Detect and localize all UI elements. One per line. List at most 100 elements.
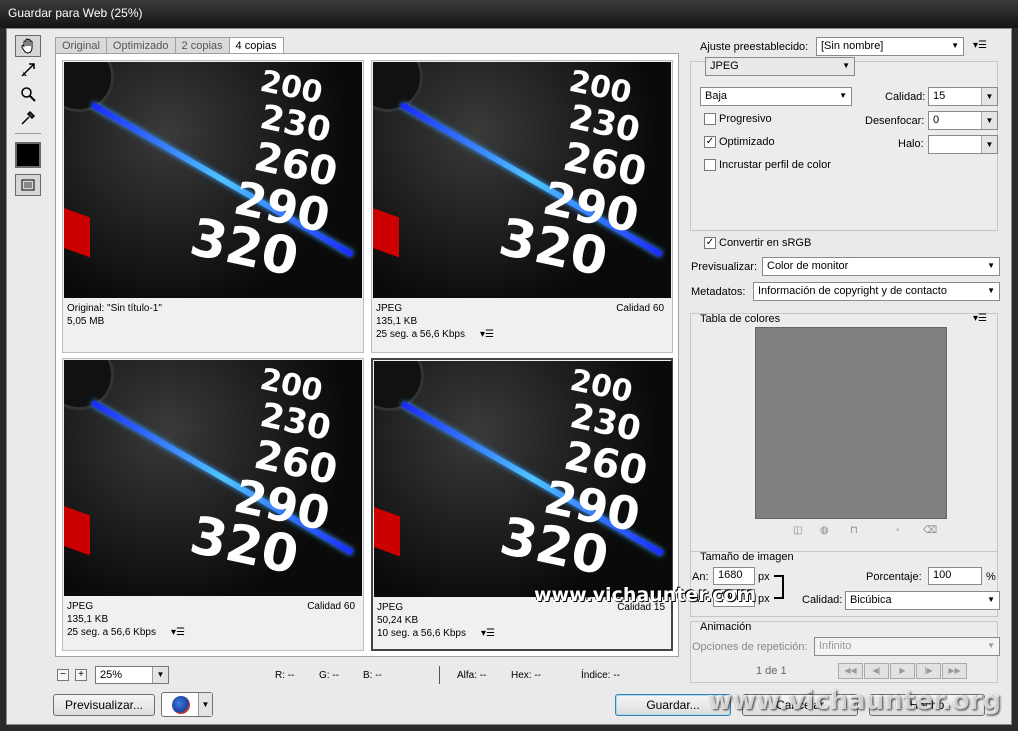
pane-size: 135,1 KB	[376, 316, 418, 327]
status-hex: Hex: --	[511, 670, 541, 681]
next-frame-icon[interactable]: |▶	[916, 663, 941, 679]
window: Guardar para Web (25%) Original Optimiza…	[0, 0, 1018, 731]
tab-2-up[interactable]: 2 copias	[174, 37, 230, 53]
pane-info: JPEG 135,1 KB 25 seg. a 56,6 Kbps Calidad 6…	[376, 302, 668, 341]
zoom-out-button[interactable]: −	[57, 669, 69, 681]
status-r: R: --	[275, 670, 295, 681]
slice-select-tool-icon[interactable]	[15, 59, 41, 81]
embed-profile-checkbox[interactable]: Incrustar perfil de color	[704, 159, 831, 171]
previous-frame-icon[interactable]: ◀|	[864, 663, 889, 679]
zoom-level-select[interactable]: 25% ▼	[95, 666, 169, 684]
format-value: JPEG	[710, 60, 739, 72]
height-unit: px	[758, 593, 770, 605]
preview-pane-4[interactable]: 200 230 260 290 320 JPEG 50,24 KB 10 seg. a 56,…	[371, 358, 673, 651]
web-snap-icon[interactable]: ◍	[820, 525, 829, 536]
chevron-down-icon: ▼	[842, 61, 850, 70]
width-input[interactable]: 1680	[713, 567, 755, 585]
quality-input[interactable]: 15 ▼	[928, 87, 998, 106]
view-tabs: Original Optimizado 2 copias 4 copias	[55, 37, 284, 53]
progressive-checkbox[interactable]: Progresivo	[704, 113, 772, 125]
preset-label: Ajuste preestablecido:	[700, 41, 809, 53]
optimize-menu-icon[interactable]: ▾☰	[973, 40, 987, 51]
lock-icon[interactable]: ⊓	[850, 525, 858, 536]
preview-mode-value: Color de monitor	[767, 260, 849, 272]
eyedropper-color-swatch[interactable]	[15, 142, 41, 168]
percent-input[interactable]: 100	[928, 567, 982, 585]
save-for-web-dialog: Original Optimizado 2 copias 4 copias 20…	[6, 28, 1012, 725]
status-divider	[439, 666, 440, 684]
preview-pane-2[interactable]: 200 230 260 290 320 JPEG 135,1 KB 25 seg. a 56,…	[371, 60, 673, 353]
optimized-checkbox[interactable]: ✓ Optimizado	[704, 136, 775, 148]
quality-value: 15	[933, 90, 946, 102]
convert-srgb-check-box: ✓	[704, 237, 716, 249]
toggle-slices-icon[interactable]	[15, 174, 41, 196]
pane-quality: Calidad 60	[307, 601, 355, 612]
chevron-down-icon: ▼	[152, 667, 168, 683]
dial-hub	[374, 361, 424, 411]
pane-format: Original: "Sin título-1"	[67, 303, 162, 314]
speedometer-image: 200 230 260 290 320	[374, 361, 672, 597]
new-color-icon[interactable]: ▫	[896, 525, 900, 536]
preset-value: [Sin nombre]	[821, 40, 884, 52]
hand-tool-icon[interactable]	[15, 35, 41, 57]
trash-icon[interactable]: ⌫	[923, 525, 937, 536]
preset-select[interactable]: [Sin nombre] ▼	[816, 37, 964, 56]
pane-quality: Calidad 60	[616, 303, 664, 314]
toolbox	[15, 35, 45, 198]
speedometer-image: 200 230 260 290 320	[373, 62, 671, 298]
map-color-icon[interactable]: ◫	[793, 525, 802, 536]
resample-quality-label: Calidad:	[802, 594, 843, 606]
quality-label: Calidad:	[885, 91, 926, 103]
optimized-label: Optimizado	[719, 136, 775, 148]
metadata-select[interactable]: Información de copyright y de contacto ▼	[753, 282, 1000, 301]
download-speed-menu-icon[interactable]: ▾☰	[481, 627, 495, 640]
browser-select[interactable]: ▼	[161, 692, 213, 717]
width-label: An:	[692, 571, 709, 583]
download-speed-menu-icon[interactable]: ▾☰	[480, 328, 494, 341]
quality-level-select[interactable]: Baja ▼	[700, 87, 852, 106]
browser-icon	[172, 696, 190, 714]
status-bar: − + 25% ▼ R: -- G: -- B: -- Alfa: -- Hex…	[55, 665, 679, 685]
eyedropper-tool-icon[interactable]	[15, 107, 41, 129]
tab-original[interactable]: Original	[55, 37, 107, 53]
watermark-text-2: www.vichaunter.org	[708, 686, 1001, 716]
animation-title: Animación	[700, 621, 752, 633]
tab-optimized[interactable]: Optimizado	[105, 37, 176, 53]
tab-4-up[interactable]: 4 copias	[228, 37, 284, 53]
metadata-label: Metadatos:	[691, 286, 746, 298]
embed-profile-check-box	[704, 159, 716, 171]
format-select[interactable]: JPEG ▼	[705, 57, 855, 76]
preview-mode-select[interactable]: Color de monitor ▼	[762, 257, 1000, 276]
preview-area: 200 230 260 290 320 Original: "Sin título-1" 5…	[55, 53, 679, 657]
play-icon[interactable]: ▶	[890, 663, 915, 679]
toolbox-divider	[15, 133, 41, 134]
first-frame-icon[interactable]: ◀◀	[838, 663, 863, 679]
color-table-swatches[interactable]	[755, 327, 947, 519]
preview-pane-original[interactable]: 200 230 260 290 320 Original: "Sin título-1" 5…	[62, 60, 364, 353]
status-index: Índice: --	[581, 670, 620, 681]
metadata-value: Información de copyright y de contacto	[758, 285, 947, 297]
dial-hub	[373, 62, 423, 112]
percent-label: Porcentaje:	[866, 571, 922, 583]
zoom-in-button[interactable]: +	[75, 669, 87, 681]
last-frame-icon[interactable]: ▶▶	[942, 663, 967, 679]
pane-download-time: 25 seg. a 56,6 Kbps	[67, 627, 156, 638]
image-size-title: Tamaño de imagen	[700, 551, 794, 563]
zoom-tool-icon[interactable]	[15, 83, 41, 105]
pane-info: JPEG 135,1 KB 25 seg. a 56,6 Kbps Calidad 6…	[67, 600, 359, 639]
chevron-down-icon: ▼	[981, 88, 997, 105]
blur-input[interactable]: 0 ▼	[928, 111, 998, 130]
resample-quality-select[interactable]: Bicúbica ▼	[845, 591, 1000, 610]
preview-pane-3[interactable]: 200 230 260 290 320 JPEG 135,1 KB 25 seg. a 56,…	[62, 358, 364, 651]
status-b: B: --	[363, 670, 382, 681]
convert-srgb-checkbox[interactable]: ✓ Convertir en sRGB	[704, 237, 811, 249]
convert-srgb-label: Convertir en sRGB	[719, 237, 812, 249]
constrain-link-icon[interactable]	[774, 575, 784, 599]
matte-select[interactable]: ▼	[928, 135, 998, 154]
red-marker	[373, 206, 399, 258]
preview-in-browser-button[interactable]: Previsualizar...	[53, 694, 155, 716]
loop-options-select[interactable]: Infinito ▼	[814, 637, 1000, 656]
color-table-menu-icon[interactable]: ▾☰	[973, 313, 987, 324]
resample-quality-value: Bicúbica	[850, 594, 892, 606]
download-speed-menu-icon[interactable]: ▾☰	[171, 626, 185, 639]
